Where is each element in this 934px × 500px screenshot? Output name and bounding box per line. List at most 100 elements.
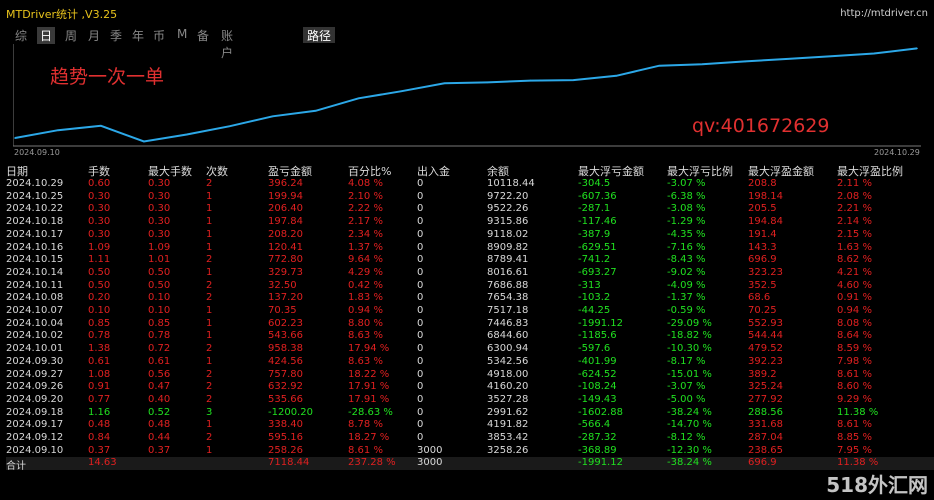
table-row[interactable]: 2024.10.14 0.50 0.50 1 329.73 4.29 % 0 8016.61 -… xyxy=(6,267,934,280)
tab-4[interactable]: 季 xyxy=(107,27,125,44)
header-max-float-loss-pct[interactable]: 最大浮亏比例 xyxy=(667,163,733,179)
table-row[interactable]: 2024.10.16 1.09 1.09 1 120.41 1.37 % 0 8909.82 -… xyxy=(6,242,934,255)
balance-point-3 xyxy=(143,140,145,143)
balance-point-1 xyxy=(57,129,59,132)
title-bar: MTDriver统计 ,V3.25 http://mtdriver.cn xyxy=(0,0,934,26)
balance-point-19 xyxy=(830,55,832,57)
header-max-lots[interactable]: 最大手数 xyxy=(148,163,192,179)
table-row[interactable]: 2024.10.07 0.10 0.10 1 70.35 0.94 % 0 7517.18 -4… xyxy=(6,305,934,318)
table-row[interactable]: 2024.09.26 0.91 0.47 2 632.92 17.91 % 0 4160.20… xyxy=(6,381,934,394)
cell-max-float-profit-pct: 2.11 % xyxy=(837,178,872,189)
balance-point-18 xyxy=(787,58,789,60)
table-row[interactable]: 2024.09.18 1.16 0.52 3 -1200.20 -28.63 % 0 2991… xyxy=(6,407,934,420)
cell-max-float-profit: 205.5 xyxy=(748,203,777,215)
cell-trades: 1 xyxy=(206,419,213,431)
cell-pnl: 424.56 xyxy=(268,355,303,367)
cell-lots: 0.50 xyxy=(88,266,111,278)
cell-max-float-profit-pct: 8.08 % xyxy=(837,317,872,329)
header-balance[interactable]: 余额 xyxy=(487,163,509,179)
table-row[interactable]: 2024.10.17 0.30 0.30 1 208.20 2.34 % 0 9118.02 -… xyxy=(6,229,934,242)
header-max-float-profit-pct[interactable]: 最大浮盈比例 xyxy=(837,163,903,179)
header-lots[interactable]: 手数 xyxy=(88,163,110,179)
balance-line-chart xyxy=(13,44,921,147)
table-row[interactable]: 2024.09.30 0.61 0.61 1 424.56 8.63 % 0 5342.56 -… xyxy=(6,356,934,369)
tab-7[interactable]: M xyxy=(174,27,190,41)
cell-deposit: 0 xyxy=(417,355,424,367)
table-row[interactable]: 2024.10.29 0.60 0.30 2 396.24 4.08 % 0 10118.44… xyxy=(6,178,934,191)
table-row[interactable]: 2024.10.18 0.30 0.30 1 197.84 2.17 % 0 9315.86 -… xyxy=(6,216,934,229)
header-max-float-loss[interactable]: 最大浮亏金额 xyxy=(578,163,644,179)
cell-date: 2024.10.11 xyxy=(6,279,64,291)
cell-max-float-profit: 191.4 xyxy=(748,228,777,240)
cell-max-float-loss-pct: -14.70 % xyxy=(667,419,712,431)
tab-6[interactable]: 币 xyxy=(150,27,168,44)
table-row[interactable]: 2024.10.25 0.30 0.30 1 199.94 2.10 % 0 9722.20 -… xyxy=(6,191,934,204)
cell-max-lots: 0.10 xyxy=(148,292,171,304)
cell-max-lots: 0.72 xyxy=(148,343,171,355)
cell-max-float-loss: -304.5 xyxy=(578,178,611,189)
table-row[interactable]: 2024.10.22 0.30 0.30 1 206.40 2.22 % 0 9522.26 -… xyxy=(6,203,934,216)
header-date[interactable]: 日期 xyxy=(6,163,28,179)
header-pnl[interactable]: 盈亏金额 xyxy=(268,163,312,179)
tab-1[interactable]: 日 xyxy=(37,27,56,44)
cell-max-float-profit: 696.9 xyxy=(748,254,777,266)
table-row[interactable]: 2024.10.02 0.78 0.78 1 543.66 8.63 % 0 6844.60 -… xyxy=(6,330,934,343)
cell-max-float-profit-pct: 8.64 % xyxy=(837,330,872,342)
table-row[interactable]: 2024.10.08 0.20 0.10 2 137.20 1.83 % 0 7654.38 -… xyxy=(6,292,934,305)
cell-max-float-profit-pct: 8.62 % xyxy=(837,254,872,266)
cell-max-float-profit: 331.68 xyxy=(748,419,783,431)
table-row[interactable]: 2024.09.12 0.84 0.44 2 595.16 18.27 % 0 3853.42… xyxy=(6,432,934,445)
cell-deposit: 0 xyxy=(417,305,424,316)
cell-pct: 17.91 % xyxy=(348,381,390,393)
header-trades[interactable]: 次数 xyxy=(206,163,228,179)
cell-max-lots: 0.78 xyxy=(148,330,171,342)
tab-0[interactable]: 综 xyxy=(12,27,30,44)
tab-8[interactable]: 备 xyxy=(194,27,212,44)
table-row[interactable]: 2024.09.10 0.37 0.37 1 258.26 8.61 % 3000 3258.… xyxy=(6,445,934,458)
table-row[interactable]: 2024.09.20 0.77 0.40 2 535.66 17.91 % 0 3527.28… xyxy=(6,394,934,407)
table-row[interactable]: 2024.10.15 1.11 1.01 2 772.80 9.64 % 0 8789.41 -… xyxy=(6,254,934,267)
cell-max-float-loss-pct: -8.12 % xyxy=(667,432,706,443)
cell-max-float-loss-pct: -38.24 % xyxy=(667,406,712,418)
cell-lots: 0.77 xyxy=(88,393,111,405)
cell-pct: 0.94 % xyxy=(348,305,383,316)
tab-5[interactable]: 年 xyxy=(129,27,147,44)
cell-pct: 2.34 % xyxy=(348,228,383,240)
website-url[interactable]: http://mtdriver.cn xyxy=(840,8,928,19)
cell-lots: 1.11 xyxy=(88,254,111,266)
cell-max-float-profit: 288.56 xyxy=(748,406,783,418)
cell-max-lots: 0.85 xyxy=(148,317,171,329)
table-row[interactable]: 2024.09.17 0.48 0.48 1 338.40 8.78 % 0 4191.82 -… xyxy=(6,419,934,432)
balance-point-13 xyxy=(572,79,575,81)
cell-max-float-profit: 194.84 xyxy=(748,216,783,228)
cell-deposit: 0 xyxy=(417,266,424,278)
cell-max-float-loss-pct: -4.35 % xyxy=(667,228,706,240)
cell-balance: 8789.41 xyxy=(487,254,529,266)
cell-max-lots: 1.09 xyxy=(148,241,171,253)
table-row[interactable]: 2024.10.11 0.50 0.50 2 32.50 0.42 % 0 7686.88 -3… xyxy=(6,280,934,293)
header-deposit[interactable]: 出入金 xyxy=(417,163,450,179)
cell-deposit: 0 xyxy=(417,216,424,228)
cell-max-float-profit: 70.25 xyxy=(748,305,777,316)
cell-lots: 0.61 xyxy=(88,355,111,367)
cell-max-float-loss: -624.52 xyxy=(578,368,617,380)
cell-lots: 1.08 xyxy=(88,368,111,380)
header-max-float-profit[interactable]: 最大浮盈金额 xyxy=(748,163,814,179)
cell-max-float-loss-pct: -3.08 % xyxy=(667,203,706,215)
summary-pnl: 7118.44 xyxy=(268,457,310,469)
cell-max-lots: 0.52 xyxy=(148,406,171,418)
route-button[interactable]: 路径 xyxy=(303,27,336,43)
table-row[interactable]: 2024.09.27 1.08 0.56 2 757.80 18.22 % 0 4918.00… xyxy=(6,369,934,382)
cell-pnl: 958.38 xyxy=(268,343,303,355)
tab-3[interactable]: 月 xyxy=(85,27,103,44)
header-pct[interactable]: 百分比% xyxy=(348,163,391,179)
tab-2[interactable]: 周 xyxy=(62,27,80,44)
cell-trades: 1 xyxy=(206,266,213,278)
cell-deposit: 0 xyxy=(417,190,424,202)
cell-trades: 1 xyxy=(206,216,213,228)
balance-point-12 xyxy=(529,79,532,82)
table-row[interactable]: 2024.10.04 0.85 0.85 1 602.23 8.80 % 0 7446.83 -… xyxy=(6,318,934,331)
cell-max-float-loss-pct: -0.59 % xyxy=(667,305,706,316)
table-row[interactable]: 2024.10.01 1.38 0.72 2 958.38 17.94 % 0 6300.94… xyxy=(6,343,934,356)
summary-max-float-loss-pct: -38.24 % xyxy=(667,457,712,469)
